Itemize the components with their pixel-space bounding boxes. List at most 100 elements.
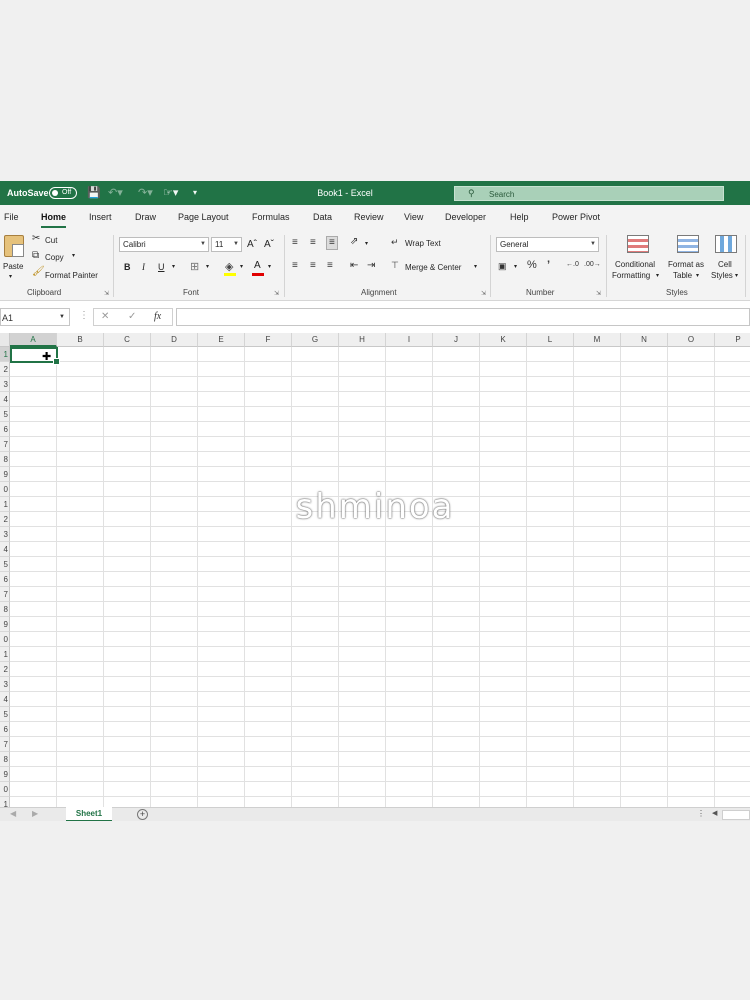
wrap-text-icon[interactable]: ↵ [391, 238, 399, 247]
align-left-icon[interactable]: ≡ [292, 261, 298, 271]
row-header[interactable]: 5 [0, 407, 10, 422]
prev-sheet-icon[interactable]: ◀ [10, 809, 16, 818]
format-as-table-line2[interactable]: Table [673, 271, 692, 280]
column-header-m[interactable]: M [574, 333, 621, 347]
cut-icon[interactable]: ✂ [32, 234, 40, 244]
row-header[interactable]: 6 [0, 572, 10, 587]
column-header-p[interactable]: P [715, 333, 750, 347]
borders-dropdown-icon[interactable]: ▾ [206, 263, 209, 270]
row-header[interactable]: 4 [0, 692, 10, 707]
merge-center-icon[interactable]: ⊤ [391, 261, 399, 270]
copy-button[interactable]: Copy [45, 253, 64, 262]
format-painter-icon[interactable]: 🖌 [32, 267, 45, 277]
merge-dropdown-icon[interactable]: ▾ [474, 263, 477, 270]
column-header-f[interactable]: F [245, 333, 292, 347]
row-header[interactable]: 7 [0, 437, 10, 452]
column-header-n[interactable]: N [621, 333, 668, 347]
tab-data[interactable]: Data [313, 212, 332, 222]
tab-file[interactable]: File [4, 212, 19, 222]
tab-power-pivot[interactable]: Power Pivot [552, 212, 600, 222]
percent-style-icon[interactable]: % [527, 260, 537, 271]
scroll-left-icon[interactable]: ◀ [712, 809, 717, 817]
row-header[interactable]: 5 [0, 707, 10, 722]
clipboard-launcher-icon[interactable]: ⇲ [104, 290, 109, 297]
row-header[interactable]: 2 [0, 362, 10, 377]
column-header-b[interactable]: B [57, 333, 104, 347]
enter-icon[interactable]: ✓ [128, 311, 136, 322]
number-launcher-icon[interactable]: ⇲ [596, 290, 601, 297]
conditional-formatting-dropdown-icon[interactable]: ▾ [656, 272, 659, 279]
more-options-icon[interactable]: ⋮ [697, 809, 705, 818]
font-family-select[interactable]: Calibri ▼ [119, 237, 209, 252]
tab-insert[interactable]: Insert [89, 212, 112, 222]
conditional-formatting-line2[interactable]: Formatting [612, 271, 650, 280]
orientation-dropdown-icon[interactable]: ▾ [365, 240, 368, 247]
font-color-dropdown-icon[interactable]: ▾ [268, 263, 271, 270]
underline-dropdown-icon[interactable]: ▾ [172, 263, 175, 270]
row-header[interactable]: 4 [0, 392, 10, 407]
copy-icon[interactable]: ⧉ [32, 251, 39, 261]
row-header[interactable]: 9 [0, 617, 10, 632]
format-as-table-dropdown-icon[interactable]: ▾ [696, 272, 699, 279]
font-color-icon[interactable]: A [254, 260, 261, 271]
horizontal-scrollbar[interactable] [722, 810, 750, 820]
orientation-icon[interactable]: ⇗ [350, 237, 358, 247]
spreadsheet-grid[interactable]: ABCDEFGHIJKLMNOP123456789012345678901234… [0, 333, 750, 812]
alignment-launcher-icon[interactable]: ⇲ [481, 290, 486, 297]
row-header[interactable]: 0 [0, 782, 10, 797]
row-header[interactable]: 8 [0, 602, 10, 617]
accounting-dropdown-icon[interactable]: ▾ [514, 263, 517, 270]
align-bottom-icon[interactable]: ≡ [326, 236, 338, 250]
wrap-text-button[interactable]: Wrap Text [405, 239, 441, 248]
format-painter-button[interactable]: Format Painter [45, 271, 98, 280]
row-header[interactable]: 8 [0, 452, 10, 467]
cell-styles-line1[interactable]: Cell [718, 260, 732, 269]
tab-formulas[interactable]: Formulas [252, 212, 290, 222]
tab-home[interactable]: Home [41, 212, 67, 228]
sheet-tab-sheet1[interactable]: Sheet1 [66, 807, 112, 821]
italic-icon[interactable]: I [142, 262, 145, 272]
column-header-i[interactable]: I [386, 333, 433, 347]
row-header[interactable]: 3 [0, 377, 10, 392]
column-header-a[interactable]: A [10, 333, 57, 347]
conditional-formatting-line1[interactable]: Conditional [615, 260, 655, 269]
cell-styles-icon[interactable] [715, 235, 737, 253]
row-header[interactable]: 3 [0, 677, 10, 692]
font-launcher-icon[interactable]: ⇲ [274, 290, 279, 297]
tab-developer[interactable]: Developer [445, 212, 486, 222]
row-header[interactable]: 1 [0, 647, 10, 662]
column-header-g[interactable]: G [292, 333, 339, 347]
paste-icon[interactable] [4, 235, 24, 257]
format-as-table-icon[interactable] [677, 235, 699, 253]
row-header[interactable]: 8 [0, 752, 10, 767]
merge-center-button[interactable]: Merge & Center [405, 263, 461, 272]
copy-dropdown-icon[interactable]: ▾ [72, 252, 75, 259]
align-top-icon[interactable]: ≡ [292, 238, 298, 248]
formula-input[interactable] [176, 308, 750, 326]
row-header[interactable]: 9 [0, 767, 10, 782]
column-header-k[interactable]: K [480, 333, 527, 347]
increase-font-icon[interactable]: Aˆ [247, 239, 257, 250]
more-options-icon[interactable]: ⋮ [79, 310, 89, 321]
format-as-table-line1[interactable]: Format as [668, 260, 704, 269]
tab-help[interactable]: Help [510, 212, 529, 222]
decrease-indent-icon[interactable]: ⇤ [350, 261, 358, 271]
borders-icon[interactable]: ⊞ [190, 260, 199, 273]
underline-icon[interactable]: U [158, 262, 165, 272]
column-header-l[interactable]: L [527, 333, 574, 347]
decrease-font-icon[interactable]: Aˇ [264, 239, 274, 250]
row-header[interactable]: 3 [0, 527, 10, 542]
fill-color-icon[interactable]: ◈ [225, 260, 233, 273]
row-header[interactable]: 1 [0, 347, 10, 362]
row-header[interactable]: 7 [0, 587, 10, 602]
font-size-select[interactable]: 11 ▼ [211, 237, 242, 252]
number-format-select[interactable]: General ▼ [496, 237, 599, 252]
align-center-icon[interactable]: ≡ [310, 261, 316, 271]
cell-styles-line2[interactable]: Styles [711, 271, 733, 280]
increase-decimal-icon[interactable]: ←.0 [566, 261, 579, 268]
select-all-corner[interactable] [0, 333, 10, 347]
increase-indent-icon[interactable]: ⇥ [367, 261, 375, 271]
accounting-format-icon[interactable]: ▣ [498, 262, 507, 271]
paste-button[interactable]: Paste [3, 262, 23, 271]
column-header-c[interactable]: C [104, 333, 151, 347]
